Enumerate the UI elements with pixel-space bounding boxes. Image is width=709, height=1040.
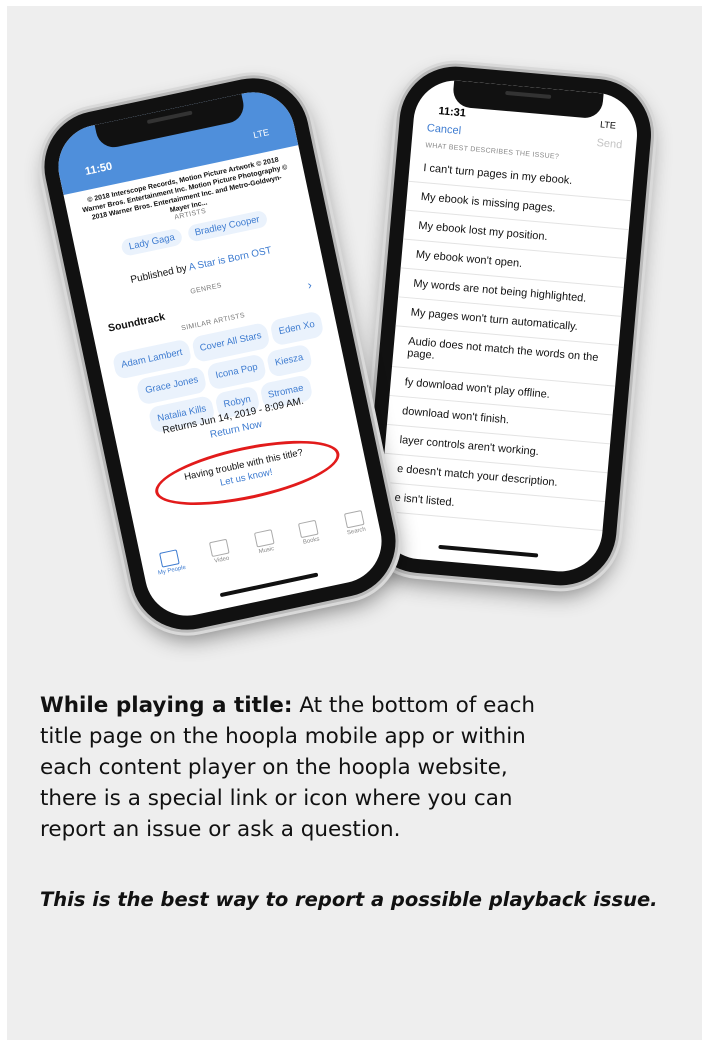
caption-bold: While playing a title: [40, 693, 293, 718]
caption-line: each content player on the hoopla websit… [40, 755, 508, 780]
title-page-phone: 11:50 LTE © 2018 Interscope Records, Mot… [34, 67, 406, 641]
issue-report-screen: 11:31 LTE Cancel Send WHAT BEST DESCRIBE… [375, 77, 641, 575]
tab-icon [159, 549, 180, 568]
tab-icon [343, 510, 365, 529]
signal-indicator: LTE [599, 119, 617, 131]
tab-label: Video [213, 555, 230, 565]
caption-line: report an issue or ask a question. [40, 817, 401, 842]
send-button[interactable]: Send [596, 137, 623, 151]
tab-item[interactable]: Video [208, 538, 236, 588]
caption-line: title page on the hoopla mobile app or w… [40, 724, 526, 749]
phone-illustration: 11:31 LTE Cancel Send WHAT BEST DESCRIBE… [0, 0, 709, 650]
tab-item[interactable]: My People [154, 548, 191, 599]
tagline: This is the best way to report a possibl… [40, 888, 658, 911]
tab-label: Music [258, 546, 275, 556]
similar-artist-chip[interactable]: Kiesza [265, 343, 313, 378]
caption-line: At the bottom of each [299, 693, 536, 718]
artist-chip[interactable]: Lady Gaga [120, 227, 184, 257]
published-prefix: Published by [129, 263, 188, 286]
signal-indicator: LTE [252, 127, 270, 141]
tab-icon [208, 538, 230, 558]
caption-line: there is a special link or icon where yo… [40, 786, 513, 811]
tab-label: Search [346, 526, 367, 537]
tab-label: Books [302, 536, 321, 546]
status-time: 11:50 [83, 160, 114, 178]
tab-item[interactable]: Books [298, 519, 325, 569]
status-time: 11:31 [437, 105, 467, 120]
issue-report-phone: 11:31 LTE Cancel Send WHAT BEST DESCRIBE… [360, 61, 656, 591]
tab-icon [253, 529, 275, 548]
instructions-text: While playing a title: At the bottom of … [40, 690, 680, 845]
issue-list: I can't turn pages in my ebook. My ebook … [379, 152, 634, 532]
home-indicator [438, 544, 539, 558]
cancel-button[interactable]: Cancel [426, 122, 461, 137]
tab-icon [298, 519, 320, 539]
tab-item[interactable]: Music [253, 529, 281, 578]
publisher-link[interactable]: A Star is Born OST [188, 245, 273, 273]
similar-artist-chip[interactable]: Eden Xo [269, 310, 325, 347]
tab-item[interactable]: Search [343, 510, 371, 559]
title-page-screen: 11:50 LTE © 2018 Interscope Records, Mot… [50, 84, 390, 624]
chevron-right-icon[interactable]: › [306, 278, 313, 293]
